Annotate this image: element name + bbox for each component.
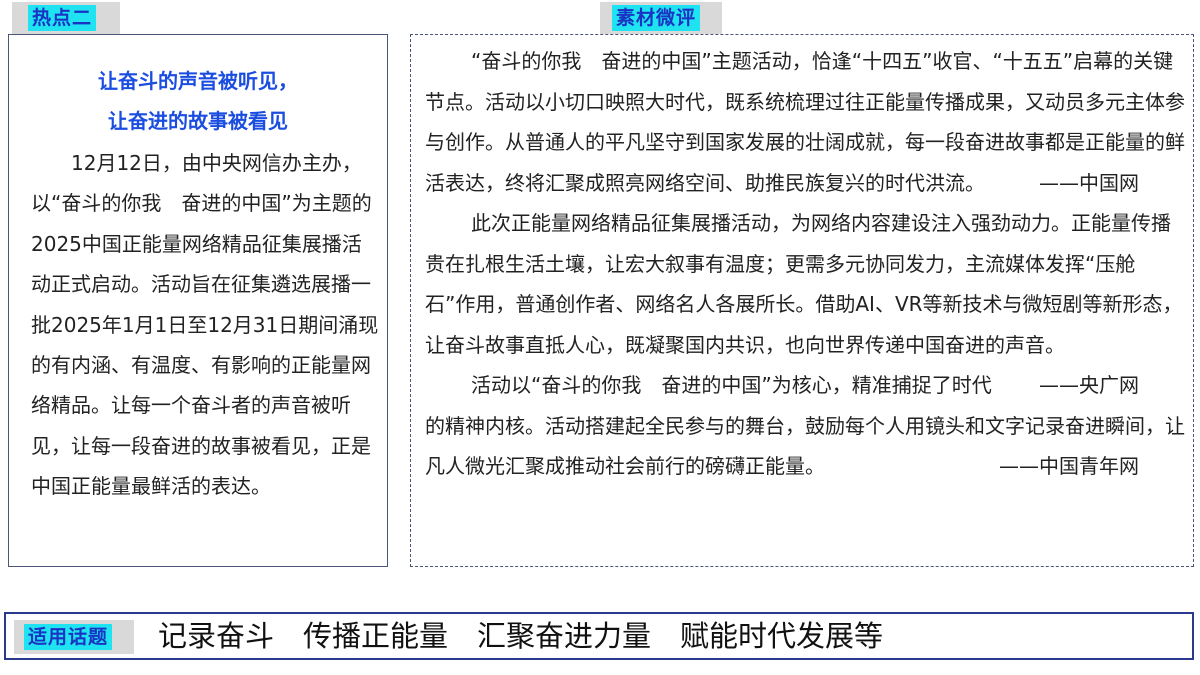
topics-tag-label: 适用话题	[24, 624, 113, 650]
news-panel: 让奋斗的声音被听见， 让奋进的故事被看见 12月12日，由中央网信办主办，以“奋…	[8, 34, 388, 567]
commentary-source: ——中国网	[1039, 170, 1139, 195]
news-body-text: 12月12日，由中央网信办主办，以“奋斗的你我 奋进的中国”为主题的2025中国…	[31, 151, 379, 499]
commentary-text: 此次正能量网络精品征集展播活动，为网络内容建设注入强劲动力。正能量传播贵在扎根生…	[425, 211, 1183, 357]
right-tag-label: 素材微评	[612, 5, 701, 31]
news-title-line2: 让奋进的故事被看见	[108, 109, 288, 133]
left-tag-label: 热点二	[28, 5, 97, 31]
topics-list: 记录奋斗 传播正能量 汇聚奋进力量 赋能时代发展等	[158, 619, 884, 653]
commentary-source: ——中国青年网	[999, 454, 1139, 478]
commentary-source: ——央广网	[1039, 373, 1139, 397]
commentary-paragraph: 此次正能量网络精品征集展播活动，为网络内容建设注入强劲动力。正能量传播贵在扎根生…	[425, 203, 1185, 397]
commentary-panel: “奋斗的你我 奋进的中国”主题活动，恰逢“十四五”收官、“十五五”启幕的关键节点…	[410, 34, 1194, 567]
commentary-paragraph: “奋斗的你我 奋进的中国”主题活动，恰逢“十四五”收官、“十五五”启幕的关键节点…	[425, 41, 1185, 203]
news-body: 12月12日，由中央网信办主办，以“奋斗的你我 奋进的中国”为主题的2025中国…	[31, 143, 381, 507]
commentary-body: “奋斗的你我 奋进的中国”主题活动，恰逢“十四五”收官、“十五五”启幕的关键节点…	[425, 41, 1185, 487]
news-title-line1: 让奋斗的声音被听见，	[98, 69, 298, 93]
